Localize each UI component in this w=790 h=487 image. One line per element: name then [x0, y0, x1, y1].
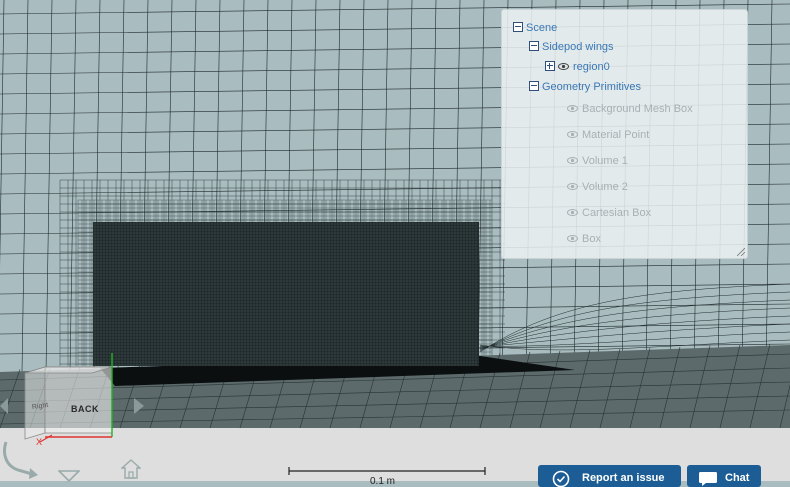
cube-face-back[interactable] — [44, 366, 113, 434]
rotate-left-arrow-icon[interactable] — [0, 398, 8, 414]
refinement-box — [93, 222, 479, 366]
rotate-view-icon[interactable] — [0, 438, 40, 481]
eye-icon[interactable] — [567, 208, 578, 216]
tree-node-geometry-primitives[interactable]: Geometry Primitives — [529, 79, 641, 95]
eye-icon[interactable] — [567, 156, 578, 164]
chat-label: Chat — [725, 472, 750, 484]
tree-node-label: Volume 1 — [582, 155, 628, 167]
tree-node-label: Box — [582, 233, 601, 245]
scale-bar — [288, 467, 486, 475]
eye-icon[interactable] — [567, 234, 578, 242]
eye-icon[interactable] — [567, 104, 578, 112]
tree-node-label: Background Mesh Box — [582, 103, 693, 115]
scene-tree-panel: Scene Sidepod wings region0 Geometry Pri… — [501, 9, 748, 259]
tree-node-box[interactable]: Box — [567, 231, 601, 247]
tree-node-volume-1[interactable]: Volume 1 — [567, 153, 628, 169]
report-issue-icon — [552, 470, 570, 487]
scale-label: 0.1 m — [370, 476, 396, 487]
rotate-right-arrow-icon[interactable] — [134, 398, 146, 414]
tree-node-scene[interactable]: Scene — [513, 20, 557, 36]
tree-node-label: Cartesian Box — [582, 207, 652, 219]
resize-grip-icon[interactable] — [737, 248, 745, 256]
collapse-toggle-icon[interactable] — [529, 81, 539, 92]
collapse-toggle-icon[interactable] — [513, 22, 523, 33]
view-down-icon[interactable] — [58, 470, 80, 482]
eye-icon[interactable] — [567, 130, 578, 138]
navigation-cube[interactable]: X — [0, 345, 150, 445]
expand-toggle-icon[interactable] — [545, 61, 555, 72]
tree-node-material-point[interactable]: Material Point — [567, 127, 649, 143]
tree-node-label: Geometry Primitives — [542, 81, 642, 93]
report-issue-label: Report an issue — [582, 472, 665, 484]
tree-node-region0[interactable]: region0 — [545, 59, 610, 75]
tree-node-cartesian-box[interactable]: Cartesian Box — [567, 205, 651, 221]
tree-node-sidepod-wings[interactable]: Sidepod wings — [529, 39, 614, 55]
tree-node-label: region0 — [573, 61, 610, 73]
cube-label-back: BACK — [71, 404, 99, 414]
eye-icon[interactable] — [558, 62, 569, 70]
eye-icon[interactable] — [567, 182, 578, 190]
tree-node-background-mesh-box[interactable]: Background Mesh Box — [567, 101, 693, 117]
tree-node-label: Volume 2 — [582, 181, 628, 193]
collapse-toggle-icon[interactable] — [529, 41, 539, 52]
tree-node-label: Scene — [526, 22, 558, 34]
home-icon[interactable] — [121, 459, 141, 479]
chat-icon — [699, 472, 717, 486]
chat-button[interactable]: Chat — [687, 465, 761, 487]
report-issue-button[interactable]: Report an issue — [538, 465, 681, 487]
tree-node-label: Sidepod wings — [542, 41, 614, 53]
tree-node-volume-2[interactable]: Volume 2 — [567, 179, 628, 195]
tree-node-label: Material Point — [582, 129, 650, 141]
